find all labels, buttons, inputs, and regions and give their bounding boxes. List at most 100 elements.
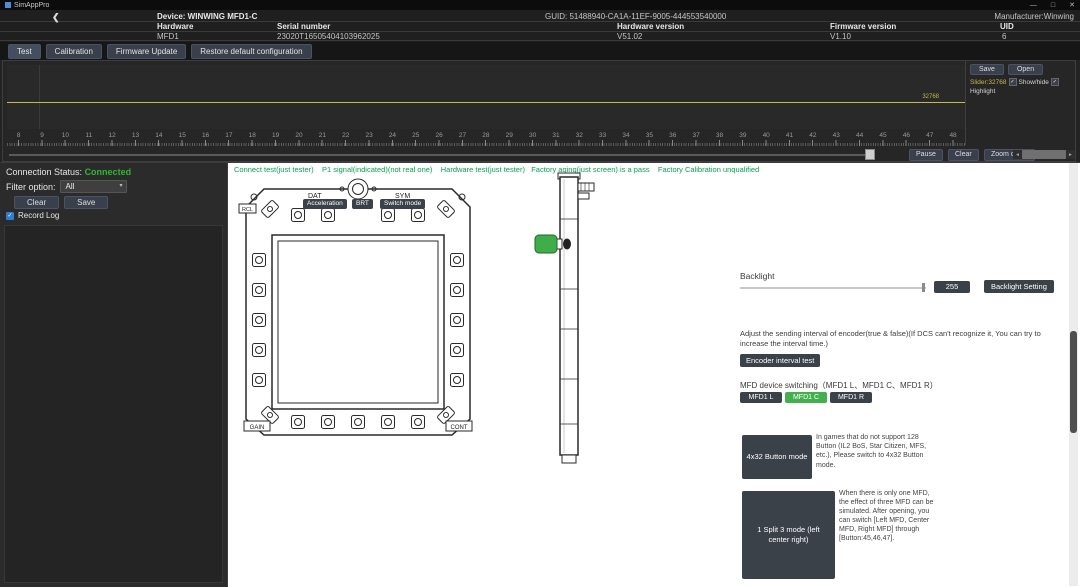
mfd1-c-button[interactable]: MFD1 C: [785, 392, 827, 403]
minimize-button[interactable]: —: [1030, 2, 1037, 9]
val-hardware: MFD1: [157, 32, 179, 41]
tab-calibration[interactable]: Calibration: [46, 44, 102, 59]
col-serial: Serial number: [277, 22, 330, 31]
axis-tick-label: 16: [194, 131, 217, 140]
title-bar: SimAppPro — □ ✕: [0, 0, 1080, 10]
chart-side-panel: Save Open Slider:32768 ✓ Show/hide ✓ Hig…: [965, 61, 1075, 145]
axis-tick-label: 15: [171, 131, 194, 140]
main-vscrollbar-thumb[interactable]: [1070, 331, 1077, 433]
chart-save-button[interactable]: Save: [970, 64, 1004, 75]
axis-tick-label: 17: [217, 131, 240, 140]
back-button[interactable]: ❮: [52, 12, 60, 23]
maximize-button[interactable]: □: [1051, 2, 1055, 9]
pause-button[interactable]: Pause: [909, 149, 943, 161]
mfd1-r-button[interactable]: MFD1 R: [830, 392, 872, 403]
signal-plot: 32768: [7, 65, 965, 129]
connection-status-value: Connected: [85, 167, 132, 177]
btn-split3-mode[interactable]: 1 Split 3 mode (left center right): [742, 491, 835, 579]
switch-mode-button[interactable]: Switch mode: [380, 199, 425, 209]
axis-tick-label: 11: [77, 131, 100, 140]
axis-tick-label: 44: [848, 131, 871, 140]
chart-open-button[interactable]: Open: [1008, 64, 1043, 75]
axis-tick-label: 21: [311, 131, 334, 140]
chart-hscrollbar[interactable]: ◄ ►: [1013, 150, 1075, 159]
val-hw-version: V51.02: [617, 32, 642, 41]
record-log-checkbox[interactable]: ✓: [6, 212, 14, 220]
brt-button[interactable]: BRT: [352, 199, 373, 209]
log-output-area: [4, 225, 223, 583]
axis-tick-label: 9: [30, 131, 53, 140]
encoder-knob-highlight: [535, 235, 557, 253]
axis-tick-label: 8: [7, 131, 30, 140]
axis-tick-label: 19: [264, 131, 287, 140]
signal-line-value: 32768: [922, 94, 939, 100]
chart-clear-button[interactable]: Clear: [948, 149, 979, 161]
axis-tick-label: 35: [638, 131, 661, 140]
app-icon: [5, 2, 11, 8]
axis-tick-label: 32: [568, 131, 591, 140]
encoder-interval-text: Adjust the sending interval of encoder(t…: [740, 329, 1052, 349]
log-save-button[interactable]: Save: [64, 196, 108, 209]
manufacturer: Manufacturer:Winwing: [994, 12, 1074, 21]
axis-tick-label: 36: [661, 131, 684, 140]
btn-4x32-mode[interactable]: 4x32 Button mode: [742, 435, 812, 479]
mfd1-l-button[interactable]: MFD1 L: [740, 392, 782, 403]
mfd-label-cont: CONT: [451, 425, 468, 431]
show-hide-label: Show/hide: [1019, 79, 1049, 86]
axis-tick-label: 31: [544, 131, 567, 140]
desc-split3-mode: When there is only one MFD, the effect o…: [839, 489, 939, 544]
encoder-interval-test-button[interactable]: Encoder interval test: [740, 354, 820, 367]
axis-tick-label: 13: [124, 131, 147, 140]
log-sidebar: Connection Status: Connected Filter opti…: [0, 162, 228, 587]
slider-readout: Slider:32768: [970, 79, 1007, 86]
chevron-down-icon: ▾: [120, 182, 123, 189]
col-fw-version: Firmware version: [830, 22, 896, 31]
backlight-setting-button[interactable]: Backlight Setting: [984, 280, 1054, 293]
val-uid: 6: [1002, 32, 1006, 41]
axis-tick-label: 14: [147, 131, 170, 140]
axis-tick-label: 22: [334, 131, 357, 140]
scroll-right-icon[interactable]: ►: [1066, 150, 1075, 159]
tab-test[interactable]: Test: [8, 44, 41, 59]
chart-zoom-slider-track[interactable]: [9, 154, 871, 156]
mfd-label-rcl: RCL: [242, 207, 253, 213]
axis-tick-label: 46: [895, 131, 918, 140]
highlight-checkbox[interactable]: ✓: [1051, 78, 1059, 86]
tab-firmware-update[interactable]: Firmware Update: [107, 44, 186, 59]
device-name: Device: WINWING MFD1-C: [157, 12, 257, 21]
backlight-value: 255: [934, 281, 970, 293]
axis-tick-label: 12: [100, 131, 123, 140]
connection-status: Connection Status: Connected: [6, 167, 131, 177]
main-vscrollbar[interactable]: [1069, 163, 1078, 586]
show-hide-checkbox[interactable]: ✓: [1009, 78, 1017, 86]
axis-tick-label: 43: [825, 131, 848, 140]
highlight-label: Highlight: [970, 88, 995, 95]
backlight-slider-handle[interactable]: [922, 283, 925, 292]
axis-tick-label: 42: [801, 131, 824, 140]
log-clear-button[interactable]: Clear: [14, 196, 59, 209]
col-hardware: Hardware: [157, 22, 193, 31]
axis-tick-label: 26: [427, 131, 450, 140]
backlight-slider[interactable]: [740, 287, 926, 289]
chart-ruler: 8910111213141516171819202122232425262728…: [7, 131, 965, 147]
device-guid: GUID: 51488940-CA1A-11EF-9005-4445535400…: [545, 12, 726, 21]
chart-zoom-slider-handle[interactable]: [865, 149, 875, 160]
chart-hscrollbar-thumb[interactable]: [1022, 150, 1066, 159]
scroll-left-icon[interactable]: ◄: [1013, 150, 1022, 159]
close-button[interactable]: ✕: [1069, 2, 1075, 9]
filter-option-select[interactable]: All ▾: [60, 180, 127, 193]
axis-tick-label: 37: [684, 131, 707, 140]
axis-tick-label: 30: [521, 131, 544, 140]
axis-tick-label: 39: [731, 131, 754, 140]
axis-tick-label: 28: [474, 131, 497, 140]
desc-4x32-mode: In games that do not support 128 Button …: [816, 433, 930, 470]
axis-tick-label: 48: [941, 131, 964, 140]
tab-restore-default[interactable]: Restore default configuration: [191, 44, 311, 59]
axis-tick-label: 33: [591, 131, 614, 140]
axis-tick-label: 34: [614, 131, 637, 140]
acceleration-button[interactable]: Acceleration: [303, 199, 347, 209]
chart-tickstrip: [7, 140, 965, 146]
val-serial: 23020T16505404103962025: [277, 32, 380, 41]
mfd-side-view-drawing: [530, 169, 600, 469]
tab-bar: Test Calibration Firmware Update Restore…: [0, 42, 1080, 60]
